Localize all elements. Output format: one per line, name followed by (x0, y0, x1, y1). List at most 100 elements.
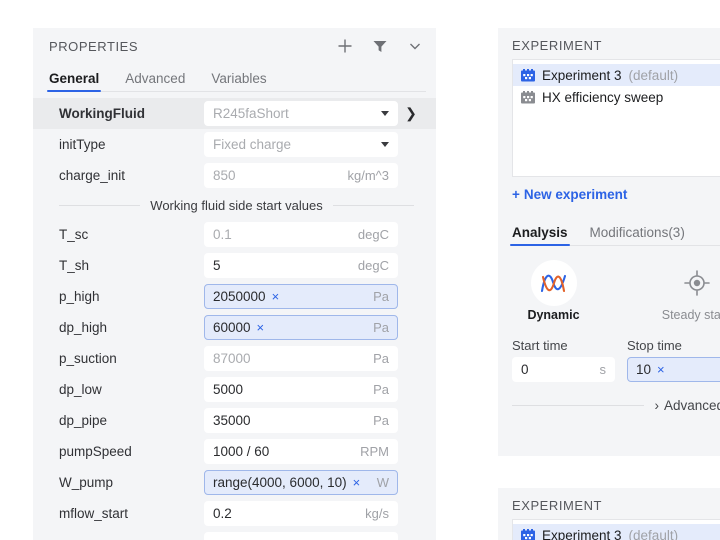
property-unit: RPM (354, 444, 389, 459)
property-value-input[interactable]: 850 kg/m^3 (204, 163, 398, 188)
tab-advanced[interactable]: Advanced (125, 71, 185, 92)
experiment-item-label: HX efficiency sweep (542, 90, 663, 105)
new-experiment-label: New experiment (524, 187, 628, 202)
experiment-secondary-list[interactable]: Experiment 3(default) (512, 519, 720, 540)
stop-time-label: Stop time (627, 338, 720, 353)
experiment-title: EXPERIMENT (512, 38, 720, 53)
property-unit: W (371, 475, 389, 490)
property-unit: kg/m^3 (341, 168, 389, 183)
property-rows: WorkingFluid R245faShort ❯ initTypeFixed ch… (33, 92, 436, 540)
steady-icon-circle (674, 260, 720, 306)
property-value-input[interactable]: 5 degC (204, 253, 398, 278)
dynamic-curve-icon (538, 268, 570, 298)
property-unit: Pa (367, 413, 389, 428)
chevron-down-icon[interactable] (406, 37, 424, 55)
stop-time-input[interactable]: 10 × (627, 357, 720, 382)
properties-header-icons (336, 37, 424, 55)
property-unit: Pa (367, 351, 389, 366)
property-row: p_suction 87000 Pa (33, 343, 436, 374)
property-value-input[interactable]: 87000 Pa (204, 346, 398, 371)
add-icon[interactable] (336, 37, 354, 55)
property-row: charge_init 850 kg/m^3 (33, 160, 436, 191)
experiment-list-item[interactable]: Experiment 3(default) (513, 524, 720, 540)
dropdown-caret-icon[interactable] (381, 111, 389, 116)
tab-general[interactable]: General (49, 71, 99, 92)
advanced-toggle[interactable]: › Advanced (654, 398, 720, 413)
new-experiment-button[interactable]: + New experiment (512, 187, 720, 202)
property-value: 2050000 (213, 289, 266, 304)
tab-analysis[interactable]: Analysis (512, 225, 568, 246)
expand-chevron-icon[interactable]: ❯ (402, 105, 420, 122)
property-value-input[interactable]: Pa (204, 532, 398, 540)
property-row: W_pumprange(4000, 6000, 10)×W (33, 467, 436, 498)
experiment-secondary-title: EXPERIMENT (512, 498, 720, 513)
filter-icon[interactable] (371, 37, 389, 55)
property-value-input[interactable]: 60000×Pa (204, 315, 398, 340)
separator-line-left (59, 205, 140, 206)
property-value-input[interactable]: 5000Pa (204, 377, 398, 402)
property-unit: kg/s (359, 506, 389, 521)
property-value: 87000 (213, 351, 251, 366)
property-value-input[interactable]: 2050000×Pa (204, 284, 398, 309)
property-label: dp_high (59, 320, 204, 335)
property-value-input[interactable]: 0.2 kg/s (204, 501, 398, 526)
property-value: 35000 (213, 413, 251, 428)
property-label: T_sc (59, 227, 204, 242)
property-value: 5 (213, 258, 221, 273)
property-value-input[interactable]: 1000 / 60 RPM (204, 439, 398, 464)
mode-dynamic[interactable]: Dynamic (512, 260, 595, 322)
experiment-item-tag: (default) (629, 528, 679, 540)
experiment-icon (521, 69, 535, 82)
separator-line-right (333, 205, 414, 206)
property-unit: degC (352, 258, 389, 273)
experiment-list-item[interactable]: HX efficiency sweep (513, 86, 720, 108)
property-unit: Pa (367, 320, 389, 335)
property-label: charge_init (59, 168, 204, 183)
tab-variables[interactable]: Variables (211, 71, 266, 92)
property-value-input[interactable]: range(4000, 6000, 10) × W (204, 470, 398, 495)
property-value: 850 (213, 168, 236, 183)
property-row: dp_low5000Pa (33, 374, 436, 405)
tab-modifications[interactable]: Modifications(3) (590, 225, 685, 246)
start-time-value: 0 (521, 362, 529, 377)
mode-steady-state[interactable]: Steady state (655, 260, 720, 322)
property-value: 5000 (213, 382, 243, 397)
property-value-input[interactable]: Fixed charge (204, 132, 398, 157)
experiment-list[interactable]: Experiment 3(default) HX efficiency sweep (512, 59, 720, 177)
property-value: 1000 / 60 (213, 444, 269, 459)
property-value: range(4000, 6000, 10) (213, 475, 347, 490)
experiment-panel: EXPERIMENT Experiment 3(default) HX effic… (498, 28, 720, 456)
property-value-input[interactable]: R245faShort (204, 101, 398, 126)
property-label: WorkingFluid (59, 106, 204, 121)
experiment-panel-secondary: EXPERIMENT Experiment 3(default) (498, 488, 720, 540)
property-label: p_suction (59, 351, 204, 366)
clear-value-icon[interactable]: × (257, 321, 265, 334)
experiment-header: EXPERIMENT (498, 28, 720, 59)
property-row: pumpSpeed 1000 / 60 RPM (33, 436, 436, 467)
property-row: p_high2050000×Pa (33, 281, 436, 312)
experiment-list-item[interactable]: Experiment 3(default) (513, 64, 720, 86)
experiment-tabs: Analysis Modifications(3) (512, 220, 720, 246)
analysis-mode-selector: Dynamic Steady state (512, 260, 720, 322)
target-icon (683, 269, 711, 297)
stop-time-value: 10 (636, 362, 651, 377)
start-time-group: Start time 0 s (512, 338, 615, 382)
property-value: R245faShort (213, 106, 289, 121)
property-label: pumpSpeed (59, 444, 204, 459)
start-time-input[interactable]: 0 s (512, 357, 615, 382)
clear-value-icon[interactable]: × (272, 290, 280, 303)
advanced-divider (512, 405, 644, 406)
property-row: initTypeFixed charge (33, 129, 436, 160)
property-value-input[interactable]: 0.1degC (204, 222, 398, 247)
properties-header: PROPERTIES (33, 28, 436, 64)
property-value: 0.2 (213, 506, 232, 521)
advanced-label: Advanced (664, 398, 720, 413)
property-row: dp_pipe35000Pa (33, 405, 436, 436)
property-label: dp_low (59, 382, 204, 397)
experiment-icon (521, 529, 535, 540)
property-value-input[interactable]: 35000 Pa (204, 408, 398, 433)
dropdown-caret-icon[interactable] (381, 142, 389, 147)
clear-value-icon[interactable]: × (353, 476, 361, 489)
stop-time-clear-icon[interactable]: × (657, 363, 665, 376)
start-time-label: Start time (512, 338, 615, 353)
